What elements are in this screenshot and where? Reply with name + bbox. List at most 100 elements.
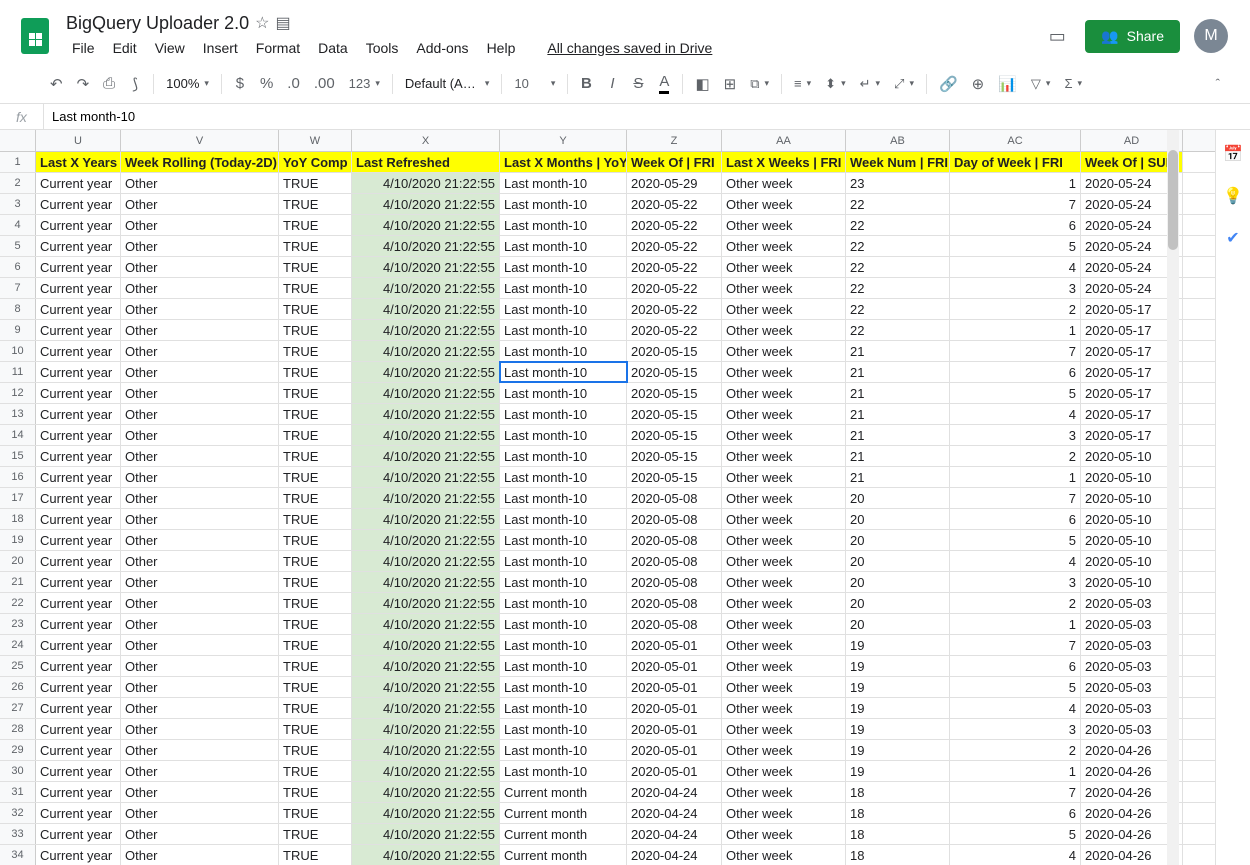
cell[interactable]: Last month-10 bbox=[500, 425, 627, 445]
cell[interactable]: Other week bbox=[722, 551, 846, 571]
cell[interactable]: Last month-10 bbox=[500, 719, 627, 739]
cell[interactable]: 7 bbox=[950, 488, 1081, 508]
row-header[interactable]: 2 bbox=[0, 173, 36, 193]
cell[interactable]: Current year bbox=[36, 320, 121, 340]
cell[interactable]: Current year bbox=[36, 236, 121, 256]
row-header[interactable]: 33 bbox=[0, 824, 36, 844]
row-header[interactable]: 24 bbox=[0, 635, 36, 655]
cell[interactable]: 20 bbox=[846, 509, 950, 529]
cell[interactable]: 1 bbox=[950, 761, 1081, 781]
cell[interactable]: TRUE bbox=[279, 782, 352, 802]
header-cell[interactable]: Week Num | FRI bbox=[846, 152, 950, 172]
cell[interactable]: Other bbox=[121, 173, 279, 193]
cell[interactable]: 5 bbox=[950, 530, 1081, 550]
row-header[interactable]: 6 bbox=[0, 257, 36, 277]
cell[interactable]: Other bbox=[121, 320, 279, 340]
cell[interactable]: Other bbox=[121, 404, 279, 424]
menu-file[interactable]: File bbox=[64, 36, 103, 60]
cell[interactable]: 3 bbox=[950, 572, 1081, 592]
row-header[interactable]: 22 bbox=[0, 593, 36, 613]
header-cell[interactable]: Day of Week | FRI bbox=[950, 152, 1081, 172]
cell[interactable]: Last month-10 bbox=[500, 236, 627, 256]
cell[interactable]: Other bbox=[121, 719, 279, 739]
cell[interactable]: 2020-05-01 bbox=[627, 761, 722, 781]
cell[interactable]: TRUE bbox=[279, 824, 352, 844]
cell[interactable]: Other bbox=[121, 194, 279, 214]
cell[interactable]: 22 bbox=[846, 236, 950, 256]
cell[interactable]: Other week bbox=[722, 383, 846, 403]
header-cell[interactable]: Last Refreshed bbox=[352, 152, 500, 172]
cell[interactable]: Current year bbox=[36, 593, 121, 613]
cell[interactable]: Current year bbox=[36, 467, 121, 487]
cell[interactable]: 22 bbox=[846, 320, 950, 340]
cell[interactable]: Other bbox=[121, 803, 279, 823]
row-header[interactable]: 26 bbox=[0, 677, 36, 697]
cell[interactable]: Other week bbox=[722, 362, 846, 382]
cell[interactable]: Last month-10 bbox=[500, 656, 627, 676]
cell[interactable]: Current year bbox=[36, 677, 121, 697]
cell[interactable]: 2020-04-24 bbox=[627, 803, 722, 823]
cell[interactable]: 4/10/2020 21:22:55 bbox=[352, 278, 500, 298]
column-header-AA[interactable]: AA bbox=[722, 130, 846, 151]
currency-button[interactable]: $ bbox=[228, 71, 252, 97]
header-cell[interactable]: Last X Years bbox=[36, 152, 121, 172]
cell[interactable]: 2020-05-22 bbox=[627, 215, 722, 235]
cell[interactable]: Current year bbox=[36, 614, 121, 634]
cell[interactable]: Last month-10 bbox=[500, 320, 627, 340]
cell[interactable]: 4/10/2020 21:22:55 bbox=[352, 656, 500, 676]
cell[interactable]: 22 bbox=[846, 278, 950, 298]
row-header[interactable]: 21 bbox=[0, 572, 36, 592]
cell[interactable]: 4/10/2020 21:22:55 bbox=[352, 362, 500, 382]
text-color-button[interactable]: A bbox=[652, 71, 676, 97]
cell[interactable]: Current year bbox=[36, 257, 121, 277]
cell[interactable]: TRUE bbox=[279, 425, 352, 445]
cell[interactable]: Other week bbox=[722, 572, 846, 592]
cell[interactable]: Other week bbox=[722, 404, 846, 424]
cell[interactable]: Current month bbox=[500, 845, 627, 865]
cell[interactable]: Other bbox=[121, 278, 279, 298]
cell[interactable]: Current year bbox=[36, 698, 121, 718]
cell[interactable]: 4/10/2020 21:22:55 bbox=[352, 572, 500, 592]
cell[interactable]: 1 bbox=[950, 467, 1081, 487]
cell[interactable]: 4/10/2020 21:22:55 bbox=[352, 593, 500, 613]
cell[interactable]: Last month-10 bbox=[500, 677, 627, 697]
select-all-corner[interactable] bbox=[0, 130, 36, 151]
cell[interactable]: Other bbox=[121, 614, 279, 634]
cell[interactable]: Other bbox=[121, 740, 279, 760]
cell[interactable]: Current year bbox=[36, 572, 121, 592]
cell[interactable]: Other week bbox=[722, 782, 846, 802]
row-header[interactable]: 34 bbox=[0, 845, 36, 865]
cell[interactable]: 4/10/2020 21:22:55 bbox=[352, 467, 500, 487]
row-header[interactable]: 9 bbox=[0, 320, 36, 340]
merge-dropdown[interactable]: ⧉▾ bbox=[744, 72, 775, 96]
cell[interactable]: Other week bbox=[722, 740, 846, 760]
cell[interactable]: 2020-05-29 bbox=[627, 173, 722, 193]
cell[interactable]: TRUE bbox=[279, 278, 352, 298]
row-header[interactable]: 12 bbox=[0, 383, 36, 403]
cell[interactable]: Last month-10 bbox=[500, 362, 627, 382]
cell[interactable]: 21 bbox=[846, 383, 950, 403]
cell[interactable]: 21 bbox=[846, 404, 950, 424]
undo-button[interactable]: ↶ bbox=[44, 71, 69, 97]
cell[interactable]: Current year bbox=[36, 299, 121, 319]
cell[interactable]: TRUE bbox=[279, 341, 352, 361]
cell[interactable]: 2020-05-22 bbox=[627, 299, 722, 319]
cell[interactable]: Last month-10 bbox=[500, 698, 627, 718]
cell[interactable]: 2 bbox=[950, 446, 1081, 466]
cell[interactable]: 6 bbox=[950, 509, 1081, 529]
cell[interactable]: Last month-10 bbox=[500, 404, 627, 424]
cell[interactable]: 5 bbox=[950, 824, 1081, 844]
cell[interactable]: 2020-05-22 bbox=[627, 194, 722, 214]
cell[interactable]: TRUE bbox=[279, 404, 352, 424]
cell[interactable]: Other bbox=[121, 572, 279, 592]
cell[interactable]: 4 bbox=[950, 698, 1081, 718]
cell[interactable]: 4/10/2020 21:22:55 bbox=[352, 488, 500, 508]
cell[interactable]: 2020-05-22 bbox=[627, 257, 722, 277]
row-header[interactable]: 14 bbox=[0, 425, 36, 445]
column-header-V[interactable]: V bbox=[121, 130, 279, 151]
cell[interactable]: 4/10/2020 21:22:55 bbox=[352, 404, 500, 424]
cell[interactable]: 3 bbox=[950, 278, 1081, 298]
move-folder-icon[interactable]: ▤ bbox=[275, 13, 290, 33]
cell[interactable]: Last month-10 bbox=[500, 551, 627, 571]
cell[interactable]: TRUE bbox=[279, 320, 352, 340]
